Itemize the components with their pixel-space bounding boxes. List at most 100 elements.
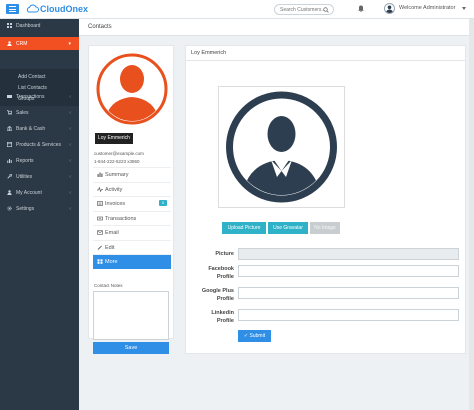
chevron-left-icon: ‹ [69,174,71,180]
sidebar-item-label: Transactions [16,94,45,100]
contact-profile-card: Loy Emmerich customer@example.com 1-844-… [88,45,174,354]
upload-picture-button[interactable]: Upload Picture [222,222,266,234]
default-avatar-icon [226,91,337,203]
contact-menu-email[interactable]: Email [93,225,171,240]
panel-header: Loy Emmerich [186,46,465,61]
sidebar-item-bank-cash[interactable]: Bank & Cash ‹ [0,122,79,135]
user-avatar[interactable] [384,3,395,14]
sidebar-item-label: Sales [16,110,29,116]
contact-menu: Summary Activity Invoices 0 Transactions [93,167,171,269]
google-plus-label-line2: Profile [216,296,234,302]
sidebar-item-label: Dashboard [16,23,41,29]
facebook-label-line1: Facebook [208,266,234,272]
search-box[interactable] [274,4,334,15]
picture-label: Picture [215,251,234,257]
linkedin-label-line2: Profile [216,318,234,324]
sidebar-item-label: Products & Services [16,142,62,148]
sidebar-item-label: Bank & Cash [16,126,46,132]
menu-label: Transactions [105,215,137,222]
sidebar-item-my-account[interactable]: My Account ‹ [0,186,79,199]
menu-label: Edit [105,244,115,251]
contact-menu-activity[interactable]: Activity [93,181,171,197]
contact-menu-edit[interactable]: Edit [93,239,171,255]
linkedin-profile-input[interactable] [238,309,459,321]
sidebar-item-settings[interactable]: Settings ‹ [0,202,79,215]
user-icon [7,190,12,195]
use-gravatar-button[interactable]: Use Gravatar [268,222,308,234]
contact-avatar-icon [96,53,168,125]
submit-button[interactable]: ✓ Submit [238,330,271,342]
page-header: Contacts [79,19,474,36]
submit-label: Submit [249,333,266,339]
sidebar-item-crm[interactable]: CRM ▾ [0,37,79,50]
menu-label: Summary [105,172,129,178]
menu-label: Email [105,230,119,236]
sidebar-item-transactions[interactable]: Transactions ‹ [0,90,79,103]
sidebar-item-products-services[interactable]: Products & Services ‹ [0,138,79,151]
sidebar-item-sales[interactable]: Sales ‹ [0,106,79,119]
contact-phone: 1-844-222-5223 x3860 [94,159,140,164]
dashboard-icon [7,23,12,28]
chevron-left-icon: ‹ [69,142,71,148]
edit-picture-panel: Loy Emmerich Upload Picture Use Gravatar [185,45,466,354]
invoice-count-badge: 0 [159,200,167,206]
search-input[interactable] [275,5,325,14]
main-content: Contacts Loy Emmerich customer@example.c… [79,19,474,410]
picture-field [238,248,459,260]
google-plus-label-line1: Google Plus [201,288,234,294]
menu-label: More [105,259,118,265]
contact-menu-more[interactable]: More [93,254,171,269]
contact-name-tag: Loy Emmerich [95,133,133,144]
sidebar-item-label: My Account [16,190,42,196]
sidebar-item-label: Reports [16,158,34,164]
top-bar: CloudOnex Welcome Administrator [0,0,474,19]
chevron-left-icon: ‹ [69,94,71,100]
page-title: Contacts [88,24,112,30]
envelope-icon [97,230,103,235]
box-icon [7,142,12,147]
submenu-add-contact[interactable]: Add Contact [18,74,46,80]
user-greeting[interactable]: Welcome Administrator [399,5,455,11]
chevron-left-icon: ‹ [69,110,71,116]
contact-photo [94,51,170,127]
pencil-icon [97,245,102,250]
menu-label: Invoices [105,201,126,207]
sidebar-item-label: CRM [16,41,28,47]
notes-label: Contact Notes [94,283,123,288]
chevron-left-icon: ‹ [69,206,71,212]
no-image-button[interactable]: No Image [310,222,340,234]
user-icon [386,5,393,13]
app-window: CloudOnex Welcome Administrator Dashboa [0,0,474,410]
bell-icon[interactable] [358,4,364,12]
menu-toggle-button[interactable] [6,4,19,14]
sidebar-item-label: Utilities [16,174,33,180]
grid-icon [97,259,103,264]
facebook-label-line2: Profile [216,274,234,280]
bar-chart-icon [97,172,103,177]
facebook-profile-input[interactable] [238,265,459,277]
sidebar-item-label: Settings [16,206,35,212]
linkedin-label-line1: Linkedin [211,310,234,316]
contact-notes-textarea[interactable] [93,291,169,340]
chevron-left-icon: ‹ [69,126,71,132]
brand-name: CloudOnex [40,4,89,14]
menu-label: Activity [105,186,123,193]
page-scrollbar[interactable] [469,19,474,410]
invoice-icon [97,201,103,206]
sidebar-item-reports[interactable]: Reports ‹ [0,154,79,167]
contact-email[interactable]: customer@example.com [94,151,144,156]
user-menu-caret-icon[interactable] [462,7,466,10]
transactions-icon [97,216,103,220]
google-plus-profile-input[interactable] [238,287,459,299]
bank-icon [7,126,12,131]
sidebar-item-utilities[interactable]: Utilities ‹ [0,170,79,183]
contact-menu-transactions[interactable]: Transactions [93,210,171,226]
chevron-down-icon: ▾ [68,41,71,47]
save-notes-button[interactable]: Save [93,342,169,354]
profile-picture-preview [218,86,345,208]
transactions-icon [7,95,12,98]
contact-menu-summary[interactable]: Summary [93,167,171,182]
contact-menu-invoices[interactable]: Invoices 0 [93,196,171,211]
sidebar: Dashboard CRM ▾ Add Contact List Contact… [0,19,79,410]
sidebar-item-dashboard[interactable]: Dashboard [0,19,79,32]
